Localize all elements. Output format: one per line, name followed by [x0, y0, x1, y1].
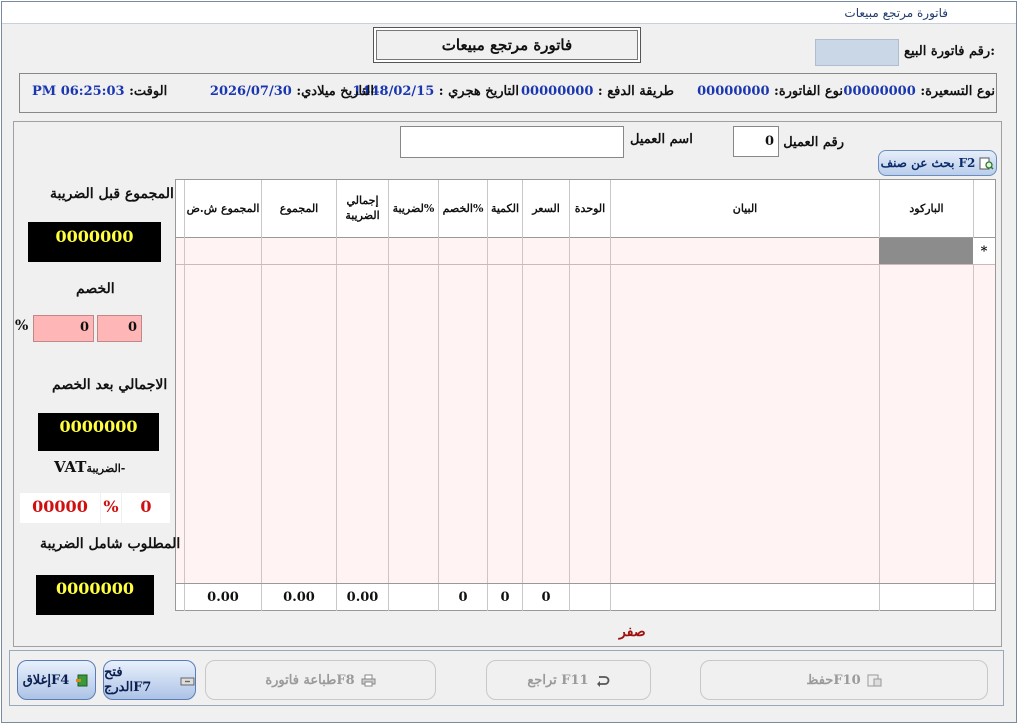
footer-quantity: 0 — [487, 584, 522, 611]
items-grid[interactable]: المجموع ش.ض المجموع إجمالي الضريبة لضريب… — [175, 179, 996, 611]
title-bar: فاتورة مرتجع مبيعات — [2, 2, 1016, 24]
sale-invoice-input[interactable] — [815, 39, 899, 66]
vat-label-ar: الضريبة- — [86, 462, 126, 475]
col-total[interactable]: المجموع — [261, 180, 336, 238]
save-icon — [867, 674, 882, 686]
pre-tax-value: 0000000 — [28, 222, 161, 262]
row-header-corner — [973, 180, 995, 238]
discount-pct-input[interactable]: 0 — [33, 315, 94, 342]
invoice-type: نوع الفاتورة: 00000000 — [697, 84, 843, 99]
col-barcode[interactable]: الباركود — [879, 180, 973, 238]
col-description[interactable]: البيان — [610, 180, 879, 238]
footer-discount: 0 — [438, 584, 487, 611]
col-tax-total[interactable]: إجمالي الضريبة — [336, 180, 388, 238]
col-discount-pct[interactable]: الخصم% — [438, 180, 487, 238]
grid-totals-row: 0.00 0.00 0.00 0 0 0 — [176, 583, 995, 611]
grid-header: المجموع ش.ض المجموع إجمالي الضريبة لضريب… — [176, 180, 995, 238]
footer-tax-pct — [388, 584, 438, 611]
after-discount-value: 0000000 — [38, 413, 159, 451]
col-quantity[interactable]: الكمية — [487, 180, 522, 238]
barcode-cell-selected[interactable] — [879, 238, 973, 264]
gregorian-date-value: 2026/07/30 — [209, 84, 292, 99]
footer-corner — [973, 584, 995, 611]
printer-icon — [361, 674, 376, 686]
time-label: الوقت: — [129, 84, 168, 99]
save-label: حفظF10 — [806, 672, 861, 688]
search-item-button[interactable]: بحث عن صنف F2 — [878, 150, 997, 176]
window-title: فاتورة مرتجع مبيعات — [844, 6, 948, 20]
undo-button[interactable]: تراجع F11 — [486, 660, 651, 700]
time: الوقت: 06:25:03 PM — [32, 84, 167, 99]
vat-label: VAT — [54, 458, 87, 476]
discount-value-input[interactable]: 0 — [97, 315, 142, 342]
bottom-toolbar: حفظF10 تراجع F11 طباعة فاتورةF8 فتح الدر… — [9, 650, 1004, 706]
pricing-type-value: 00000000 — [843, 84, 916, 99]
footer-price: 0 — [522, 584, 569, 611]
search-icon — [979, 157, 994, 170]
hijri-date-label: التاريخ هجري : — [438, 84, 519, 99]
close-label: إغلاقF4 — [22, 672, 70, 688]
customer-name-label: اسم العميل — [630, 132, 693, 147]
close-button[interactable]: إغلاقF4 — [17, 660, 96, 700]
invoice-type-value: 00000000 — [697, 84, 770, 99]
undo-icon — [596, 675, 609, 687]
pricing-type-label: نوع التسعيرة: — [920, 84, 995, 99]
after-discount-label: الاجمالي بعد الخصم — [52, 377, 168, 393]
new-item-row[interactable]: * — [176, 238, 995, 265]
col-tax-pct[interactable]: لضريبة% — [388, 180, 438, 238]
pre-tax-label: المجموع قبل الضريبة — [50, 186, 174, 202]
discount-label: الخصم — [76, 281, 115, 297]
customer-number-label: رقم العميل — [783, 135, 844, 150]
grand-total-value: 0000000 — [36, 575, 154, 615]
sale-invoice-label: رقم فاتورة البيع: — [904, 44, 995, 59]
open-drawer-button[interactable]: فتح الدرجF7 — [103, 660, 196, 700]
payment-method-label: طريقة الدفع : — [597, 84, 674, 99]
customer-number-input[interactable]: 0 — [733, 126, 779, 157]
invoice-type-label: نوع الفاتورة: — [774, 84, 843, 99]
drawer-icon — [180, 677, 195, 685]
gregorian-date-label: التاريخ ميلادي: — [296, 84, 374, 99]
undo-label: تراجع F11 — [527, 672, 589, 688]
print-invoice-label: طباعة فاتورةF8 — [265, 672, 355, 688]
search-item-label: بحث عن صنف — [880, 156, 955, 170]
col-unit[interactable]: الوحدة — [569, 180, 610, 238]
customer-name-input[interactable] — [400, 126, 624, 158]
exit-door-icon — [76, 674, 88, 686]
time-value: 06:25:03 PM — [32, 84, 125, 99]
search-item-key: F2 — [958, 156, 976, 170]
footer-tax-total: 0.00 — [336, 584, 388, 611]
col-price[interactable]: السعر — [522, 180, 569, 238]
payment-method: طريقة الدفع : 00000000 — [521, 84, 674, 99]
vat-label-group: VATالضريبة- — [54, 458, 125, 476]
pricing-type: نوع التسعيرة: 00000000 — [843, 84, 995, 99]
discount-pct-symbol: % — [15, 318, 29, 334]
amount-in-words: صفر — [619, 624, 646, 640]
footer-total: 0.00 — [261, 584, 336, 611]
col-total-excl[interactable]: المجموع ش.ض — [184, 180, 261, 238]
gregorian-date: التاريخ ميلادي: 2026/07/30 — [210, 84, 374, 99]
print-invoice-button[interactable]: طباعة فاتورةF8 — [205, 660, 436, 700]
hijri-date: التاريخ هجري : 1448/02/15 — [352, 84, 519, 99]
vat-pct-symbol: % — [101, 493, 121, 523]
footer-total-excl: 0.00 — [184, 584, 261, 611]
col-tax-total-line2: الضريبة — [345, 209, 380, 222]
save-button[interactable]: حفظF10 — [700, 660, 988, 700]
page-title: فاتورة مرتجع مبيعات — [373, 27, 641, 63]
vat-pct-input[interactable]: 0 — [122, 493, 170, 523]
payment-method-value: 00000000 — [521, 84, 594, 99]
grand-total-label: المطلوب شامل الضريبة — [40, 536, 181, 552]
col-tax-total-line1: إجمالي — [346, 194, 379, 208]
footer-description — [610, 584, 879, 611]
new-row-marker: * — [973, 238, 995, 264]
open-drawer-label: فتح الدرجF7 — [104, 665, 152, 695]
vat-amount-value: 00000 — [20, 493, 100, 523]
footer-barcode — [879, 584, 973, 611]
footer-unit — [569, 584, 610, 611]
